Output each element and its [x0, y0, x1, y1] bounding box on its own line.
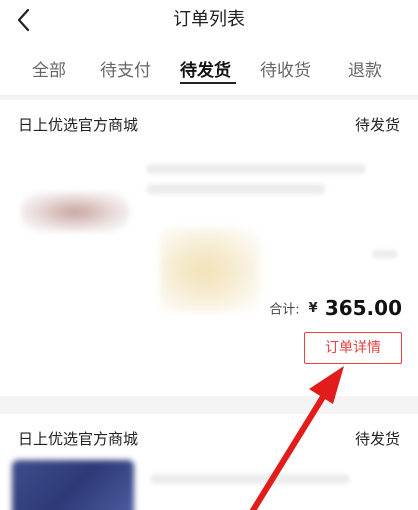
shop-name[interactable]: 日上优选官方商城	[18, 428, 138, 449]
shop-name[interactable]: 日上优选官方商城	[18, 114, 138, 135]
blurred-product-title	[146, 164, 366, 174]
blurred-product-image[interactable]	[12, 460, 134, 510]
order-status-tabs: 全部 待支付 待发货 待收货 退款	[0, 40, 418, 96]
order-detail-button[interactable]: 订单详情	[304, 332, 402, 364]
blurred-product-image[interactable]	[20, 192, 130, 232]
order-status: 待发货	[354, 116, 400, 134]
top-bar: 订单列表	[0, 0, 418, 40]
blurred-product-image[interactable]	[160, 228, 260, 312]
tab-all[interactable]: 全部	[32, 56, 66, 81]
tab-pending-payment[interactable]: 待支付	[100, 56, 151, 81]
currency-symbol: ¥	[308, 300, 318, 316]
tab-pending-receipt[interactable]: 待收货	[260, 56, 311, 81]
active-tab-indicator	[180, 82, 236, 84]
tab-pending-shipment[interactable]: 待发货	[180, 56, 231, 81]
order-status: 待发货	[354, 430, 400, 448]
blurred-product-title	[150, 474, 350, 484]
blurred-quantity	[372, 250, 398, 258]
order-total: 合计: ¥ 365.00	[269, 296, 402, 320]
order-card[interactable]: 日上优选官方商城 待发货 合计: ¥ 365.00 订单详情	[0, 100, 418, 396]
blurred-product-subtitle	[146, 184, 326, 194]
total-label: 合计:	[269, 302, 300, 318]
page-title: 订单列表	[173, 9, 245, 30]
order-card[interactable]: 日上优选官方商城 待发货	[0, 414, 418, 510]
tab-refund[interactable]: 退款	[348, 56, 382, 81]
total-amount: 365.00	[324, 296, 402, 320]
